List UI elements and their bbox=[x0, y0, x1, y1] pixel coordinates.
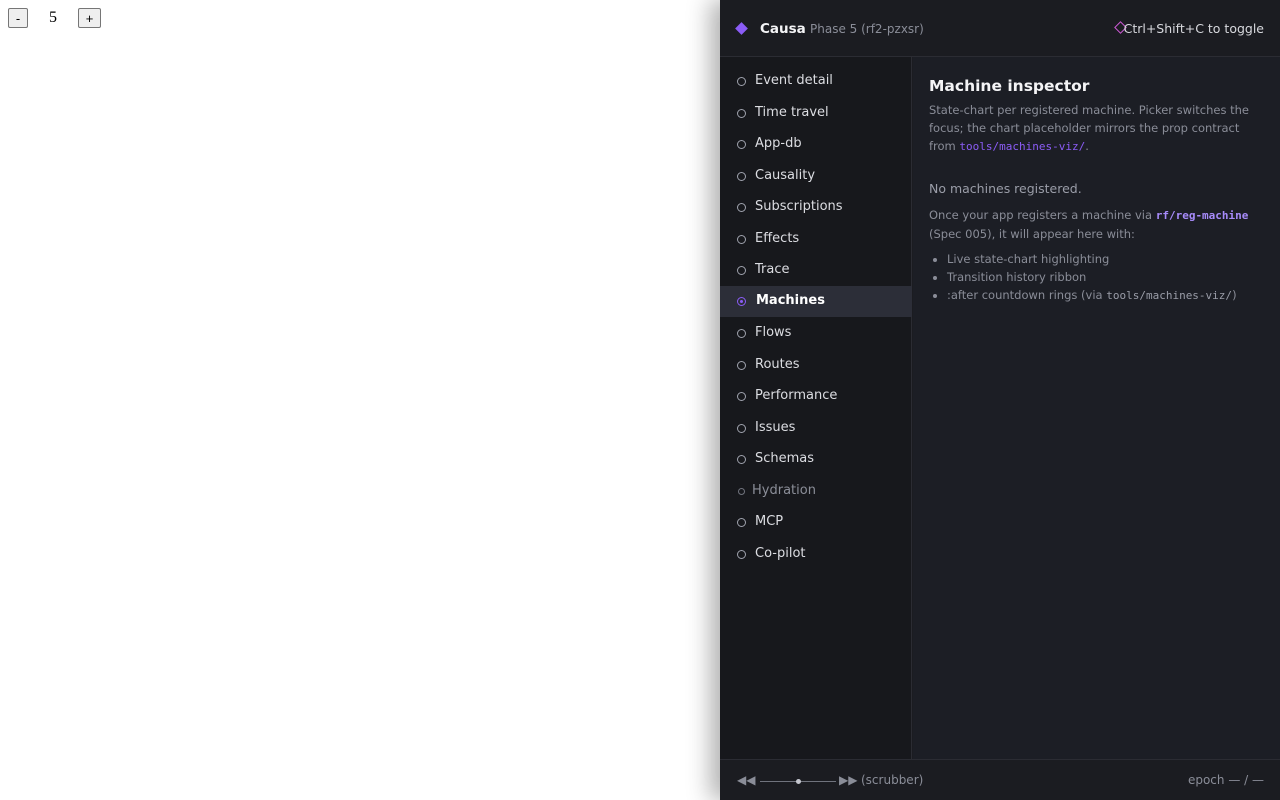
circle-icon bbox=[737, 360, 746, 370]
sidebar-item-time-travel[interactable]: Time travel bbox=[720, 98, 912, 129]
circle-icon bbox=[737, 518, 746, 527]
circle-icon bbox=[737, 455, 746, 464]
description-end: . bbox=[1085, 139, 1089, 153]
sidebar-item-co-pilot[interactable]: Co-pilot bbox=[720, 539, 912, 570]
circle-icon bbox=[737, 140, 746, 149]
sidebar-item-label: Issues bbox=[755, 419, 796, 435]
circle-icon bbox=[737, 266, 746, 275]
sidebar-item-event-detail[interactable]: Event detail bbox=[720, 66, 912, 97]
circle-icon bbox=[737, 203, 746, 212]
sidebar-item-label: Flows bbox=[755, 325, 792, 340]
circle-icon bbox=[737, 171, 746, 181]
panel-header: Causa Phase 5 (rf2-pzxsr) Ctrl+Shift+C t… bbox=[720, 0, 1280, 57]
circle-icon bbox=[737, 234, 746, 244]
machines-viz-path: tools/machines-viz/ bbox=[959, 140, 1086, 153]
page-description: State-chart per registered machine. Pick… bbox=[929, 101, 1264, 156]
circle-icon bbox=[737, 423, 746, 433]
scrubber-label: (scrubber) bbox=[861, 773, 924, 787]
sidebar-item-label: Hydration bbox=[752, 482, 816, 498]
empty-state-title: No machines registered. bbox=[929, 181, 1082, 196]
empty-state-body: Once your app registers a machine via rf… bbox=[929, 206, 1264, 244]
sidebar-item-label: Trace bbox=[755, 262, 790, 277]
sidebar-item-label: Schemas bbox=[755, 451, 815, 466]
rewind-icon[interactable]: ◀◀ bbox=[737, 772, 755, 788]
counter-value: 5 bbox=[49, 9, 57, 26]
sidebar-item-label: Routes bbox=[755, 356, 800, 372]
reg-machine-code: rf/reg-machine bbox=[1155, 209, 1249, 222]
sidebar-item-causality[interactable]: Causality bbox=[720, 161, 912, 192]
devtools-panel: Causa Phase 5 (rf2-pzxsr) Ctrl+Shift+C t… bbox=[720, 0, 1280, 800]
scrubber-handle[interactable] bbox=[795, 779, 801, 784]
sidebar-item-label: Machines bbox=[756, 293, 825, 308]
circle-icon bbox=[737, 549, 746, 559]
circle-icon bbox=[737, 108, 746, 118]
sidebar-item-machines[interactable]: Machines bbox=[720, 286, 912, 317]
epoch-readout: epoch — / — bbox=[1187, 773, 1264, 787]
list-item: Live state-chart highlighting bbox=[947, 250, 1264, 268]
fast-forward-icon[interactable]: ▶▶ bbox=[839, 772, 857, 788]
counter-widget: - 5 + bbox=[8, 8, 101, 28]
sidebar-item-trace[interactable]: Trace bbox=[720, 255, 912, 286]
empty-body-text-end: (Spec 005), it will appear here with: bbox=[929, 227, 1135, 241]
list-item: :after countdown rings (via tools/machin… bbox=[947, 286, 1264, 305]
circle-icon bbox=[737, 77, 746, 86]
sidebar-nav: Event detail Time travel App-db Causalit… bbox=[720, 57, 912, 759]
sidebar-item-label: Performance bbox=[755, 388, 838, 403]
circle-icon bbox=[738, 487, 745, 495]
sidebar-item-effects[interactable]: Effects bbox=[720, 224, 912, 255]
page-title: Machine inspector bbox=[929, 77, 1090, 95]
sidebar-item-mcp[interactable]: MCP bbox=[720, 507, 912, 538]
feature-text: :after countdown rings (via bbox=[947, 288, 1103, 302]
brand-name: Causa bbox=[760, 21, 806, 37]
circle-icon bbox=[737, 329, 746, 338]
feature-text-end: ) bbox=[1232, 288, 1237, 302]
sidebar-item-flows[interactable]: Flows bbox=[720, 318, 912, 349]
empty-body-text: Once your app registers a machine via bbox=[929, 208, 1153, 222]
circle-icon bbox=[737, 392, 746, 401]
diamond-icon bbox=[735, 22, 748, 35]
panel-footer: ◀◀ ▶▶ (scrubber) epoch — / — bbox=[720, 759, 1280, 800]
sidebar-item-routes[interactable]: Routes bbox=[720, 350, 912, 381]
feature-code: tools/machines-viz/ bbox=[1106, 289, 1233, 302]
circle-dot-icon bbox=[737, 297, 746, 306]
sidebar-item-label: MCP bbox=[755, 514, 784, 529]
main-content: Machine inspector State-chart per regist… bbox=[913, 57, 1280, 759]
decrement-button[interactable]: - bbox=[8, 8, 28, 28]
sidebar-item-performance[interactable]: Performance bbox=[720, 381, 912, 412]
sidebar-item-schemas[interactable]: Schemas bbox=[720, 444, 912, 475]
sidebar-item-label: Effects bbox=[755, 230, 800, 246]
sidebar-item-label: Co-pilot bbox=[755, 545, 806, 561]
sidebar-item-app-db[interactable]: App-db bbox=[720, 129, 912, 160]
sidebar-item-label: App-db bbox=[755, 136, 802, 151]
sidebar-item-label: Time travel bbox=[755, 104, 829, 120]
sidebar-item-issues[interactable]: Issues bbox=[720, 413, 912, 444]
increment-button[interactable]: + bbox=[78, 8, 101, 28]
sidebar-item-label: Event detail bbox=[755, 73, 833, 88]
sidebar-item-label: Subscriptions bbox=[755, 199, 843, 214]
sidebar-item-hydration[interactable]: Hydration bbox=[720, 476, 912, 507]
phase-label: Phase 5 (rf2-pzxsr) bbox=[810, 22, 924, 36]
toggle-hint: Ctrl+Shift+C to toggle bbox=[1123, 21, 1264, 36]
sidebar-item-subscriptions[interactable]: Subscriptions bbox=[720, 192, 912, 223]
list-item: Transition history ribbon bbox=[947, 268, 1264, 286]
sidebar-item-label: Causality bbox=[755, 167, 816, 183]
feature-list: Live state-chart highlighting Transition… bbox=[929, 250, 1264, 305]
